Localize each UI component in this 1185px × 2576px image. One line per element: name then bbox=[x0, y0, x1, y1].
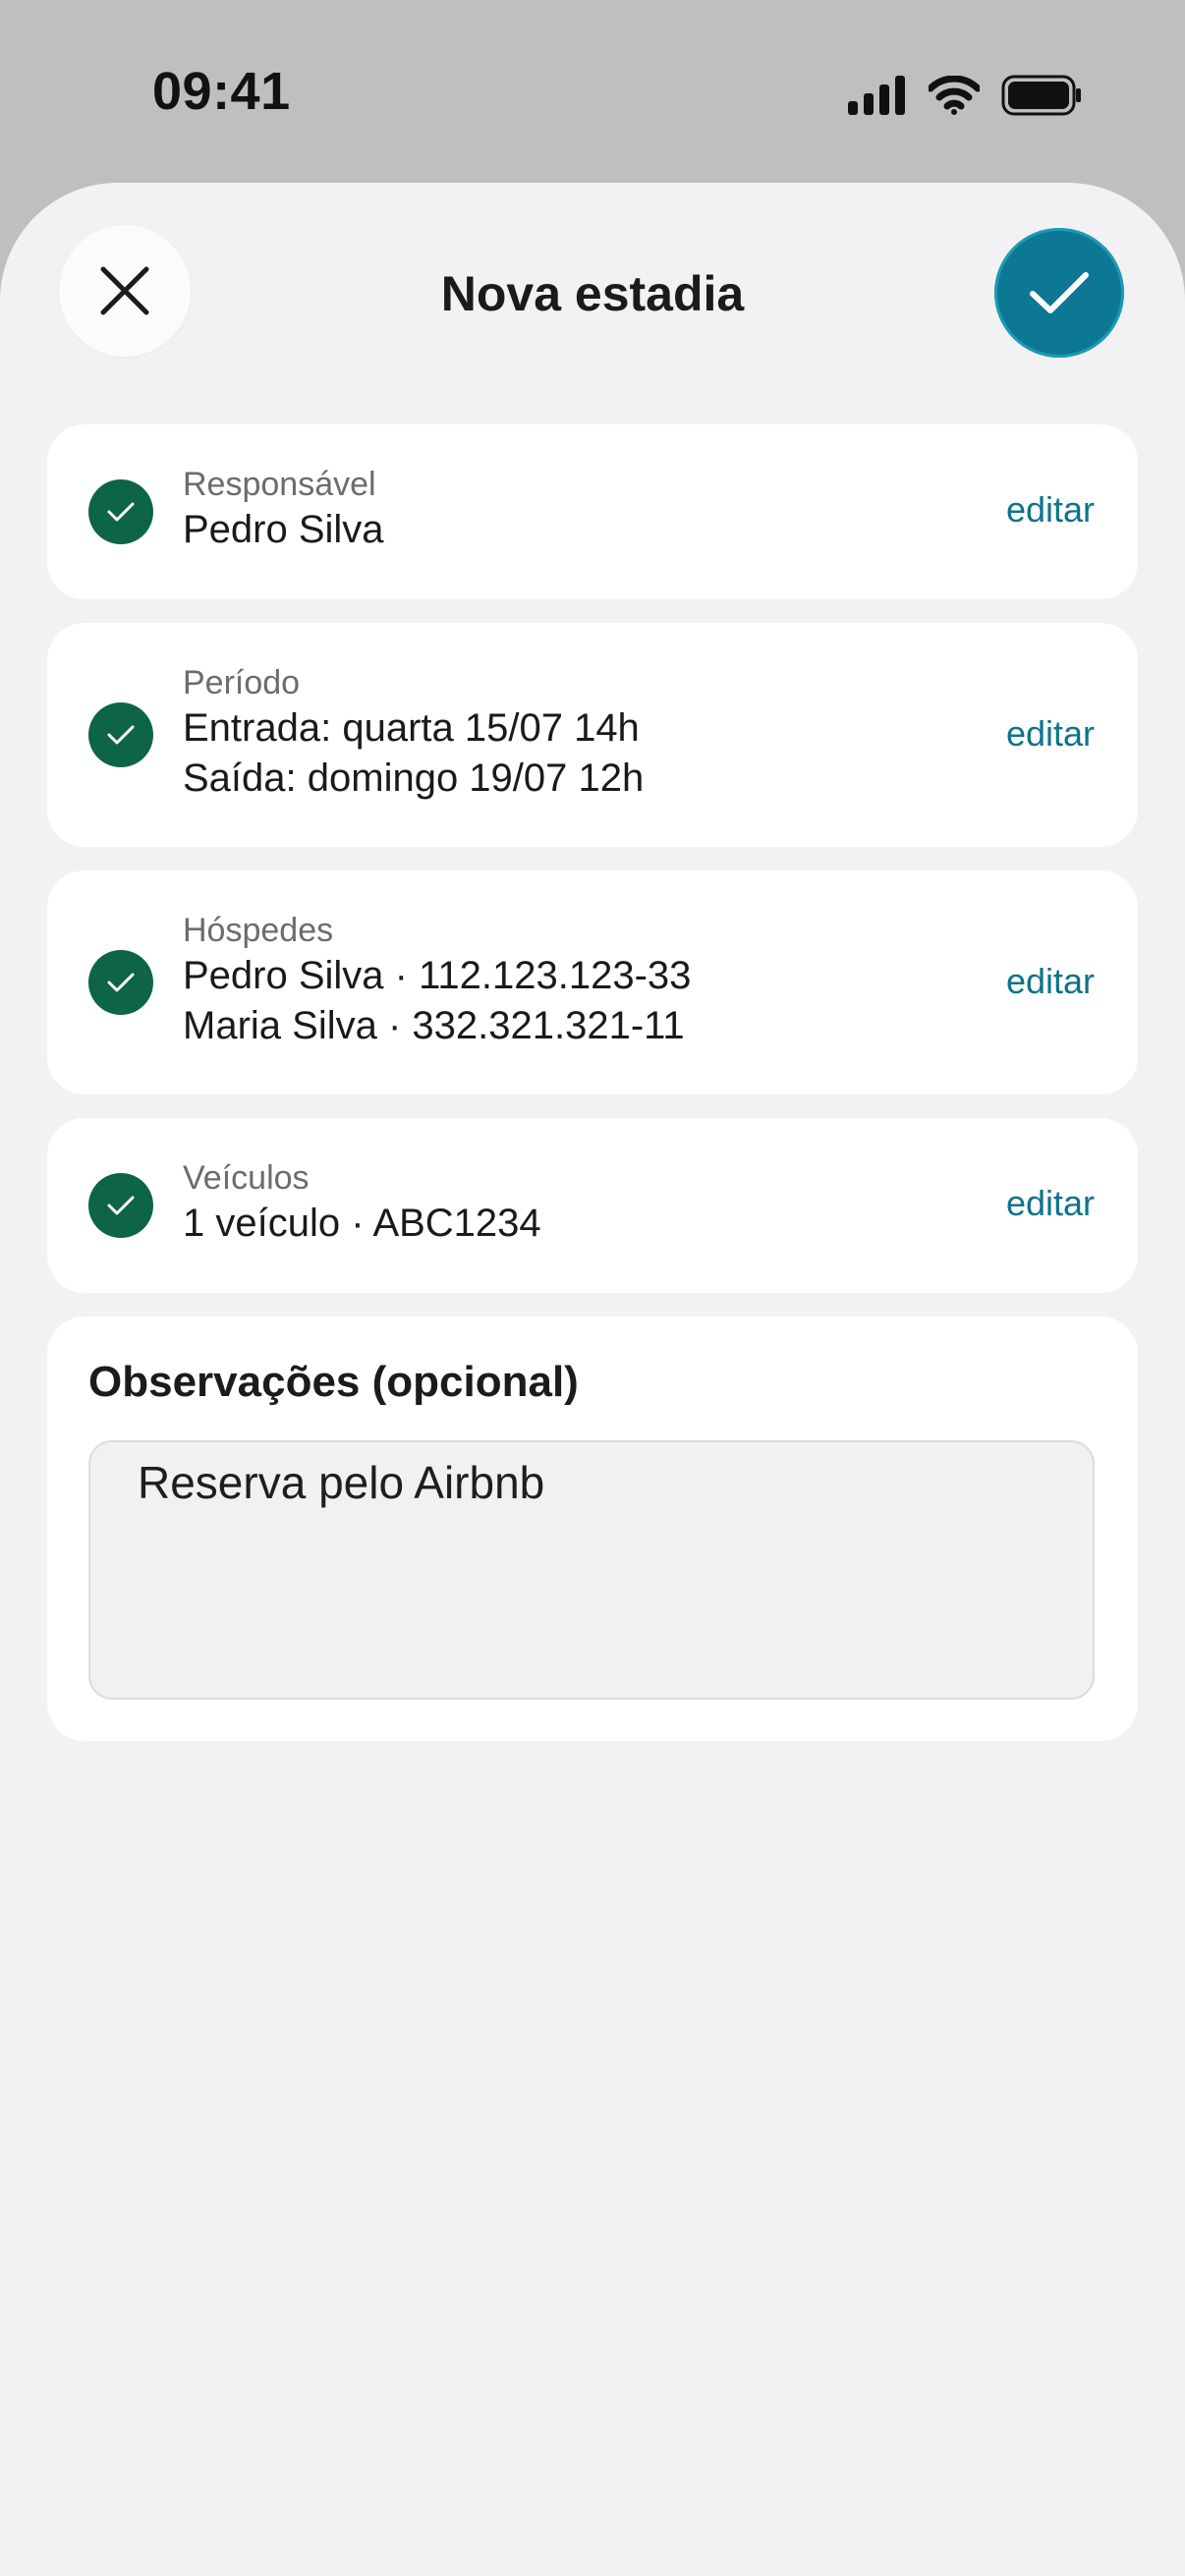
cellular-signal-icon bbox=[848, 76, 905, 115]
section-value: Saída: domingo 19/07 12h bbox=[183, 756, 645, 800]
notes-title: Observações (opcional) bbox=[88, 1358, 579, 1406]
status-icons bbox=[848, 71, 1082, 120]
section-value: Maria Silva · 332.321.321-11 bbox=[183, 1004, 685, 1047]
vehicles-card[interactable]: Veículos 1 veículo · ABC1234 editar bbox=[47, 1118, 1138, 1293]
confirm-button[interactable] bbox=[994, 228, 1124, 358]
new-stay-sheet: Nova estadia Responsável Pedro Silva edi… bbox=[0, 183, 1185, 2576]
section-label: Período bbox=[183, 664, 301, 701]
wifi-icon bbox=[929, 76, 980, 115]
responsible-card[interactable]: Responsável Pedro Silva editar bbox=[47, 424, 1138, 599]
period-card[interactable]: Período Entrada: quarta 15/07 14h Saída:… bbox=[47, 623, 1138, 847]
edit-guests-link[interactable]: editar bbox=[1006, 961, 1095, 1002]
section-label: Veículos bbox=[183, 1159, 310, 1197]
section-value: Pedro Silva · 112.123.123-33 bbox=[183, 954, 692, 997]
notes-textarea[interactable]: Reserva pelo Airbnb bbox=[88, 1440, 1095, 1700]
section-value: 1 veículo · ABC1234 bbox=[183, 1202, 541, 1245]
section-label: Hóspedes bbox=[183, 912, 334, 949]
battery-icon bbox=[1001, 75, 1081, 116]
guests-card[interactable]: Hóspedes Pedro Silva · 112.123.123-33 Ma… bbox=[47, 870, 1138, 1094]
notes-text: Reserva pelo Airbnb bbox=[138, 1457, 545, 1508]
section-label: Responsável bbox=[183, 466, 376, 503]
section-value: Entrada: quarta 15/07 14h bbox=[183, 706, 640, 750]
edit-vehicles-link[interactable]: editar bbox=[1006, 1183, 1095, 1224]
edit-period-link[interactable]: editar bbox=[1006, 713, 1095, 755]
status-bar: 09:41 bbox=[0, 0, 1185, 187]
completed-check-icon bbox=[88, 950, 153, 1015]
completed-check-icon bbox=[88, 1173, 153, 1238]
completed-check-icon bbox=[88, 479, 153, 544]
edit-responsible-link[interactable]: editar bbox=[1006, 489, 1095, 531]
status-time: 09:41 bbox=[152, 62, 291, 121]
notes-card: Observações (opcional) Reserva pelo Airb… bbox=[47, 1316, 1138, 1741]
section-value: Pedro Silva bbox=[183, 508, 384, 551]
checkmark-icon bbox=[1030, 272, 1089, 313]
completed-check-icon bbox=[88, 702, 153, 767]
